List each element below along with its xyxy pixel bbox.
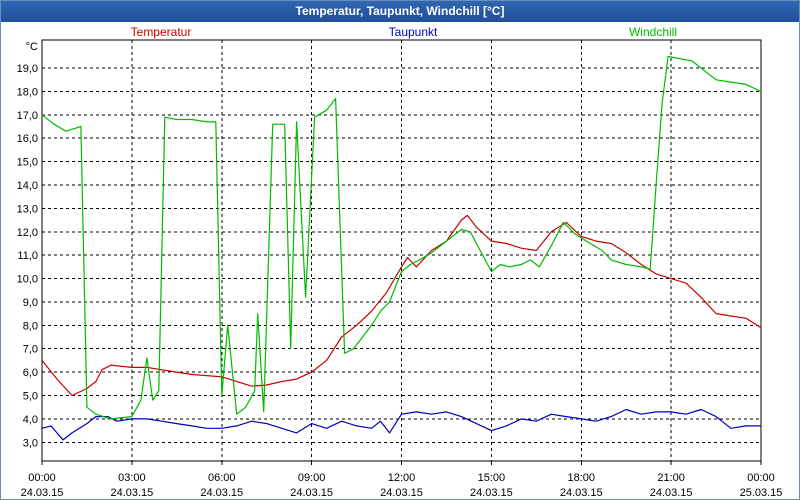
- y-tick-label: 19,0: [17, 63, 38, 75]
- x-tick-time: 00:00: [28, 472, 56, 484]
- y-tick-label: 18,0: [17, 86, 38, 98]
- x-tick-time: 15:00: [478, 472, 506, 484]
- x-tick-time: 12:00: [388, 472, 416, 484]
- y-tick-label: 10,0: [17, 274, 38, 286]
- legend-windchill: Windchill: [629, 25, 677, 39]
- x-tick-time: 09:00: [298, 472, 326, 484]
- x-tick-date: 24.03.15: [380, 487, 423, 499]
- chart-canvas: 3,0 4,0 5,0 6,0 7,0 8,0 9,0 10,0 11,0 12,0 13,0 14,…: [17, 25, 783, 499]
- x-tick-date: 24.03.15: [560, 487, 603, 499]
- y-tick-label: 12,0: [17, 227, 38, 239]
- legend-temperatur: Temperatur: [131, 25, 192, 39]
- y-tick-label: 8,0: [23, 320, 38, 332]
- legend-taupunkt: Taupunkt: [389, 25, 438, 39]
- x-tick-date: 24.03.15: [470, 487, 513, 499]
- y-tick-label: 15,0: [17, 157, 38, 169]
- x-tick-time: 21:00: [657, 472, 685, 484]
- x-tick-time: 06:00: [208, 472, 236, 484]
- chart-window: Temperatur, Taupunkt, Windchill [°C] 3,0…: [0, 0, 800, 500]
- x-tick-date: 24.03.15: [200, 487, 243, 499]
- y-tick-label: 7,0: [23, 344, 38, 356]
- x-tick-date: 24.03.15: [21, 487, 64, 499]
- y-tick-label: 17,0: [17, 110, 38, 122]
- y-tick-label: 14,0: [17, 180, 38, 192]
- y-tick-label: 4,0: [23, 414, 38, 426]
- y-axis-unit: °C: [26, 41, 38, 53]
- y-tick-label: 11,0: [17, 250, 38, 262]
- x-tick-time: 03:00: [118, 472, 146, 484]
- y-tick-label: 6,0: [23, 367, 38, 379]
- x-tick-time: 00:00: [747, 472, 775, 484]
- y-tick-label: 3,0: [23, 437, 38, 449]
- y-tick-label: 9,0: [23, 297, 38, 309]
- x-tick-date: 24.03.15: [110, 487, 153, 499]
- x-tick-time: 18:00: [567, 472, 595, 484]
- y-tick-label: 16,0: [17, 133, 38, 145]
- x-tick-date: 24.03.15: [290, 487, 333, 499]
- x-tick-date: 24.03.15: [650, 487, 693, 499]
- y-tick-label: 13,0: [17, 203, 38, 215]
- y-tick-label: 5,0: [23, 391, 38, 403]
- x-tick-date: 25.03.15: [740, 487, 783, 499]
